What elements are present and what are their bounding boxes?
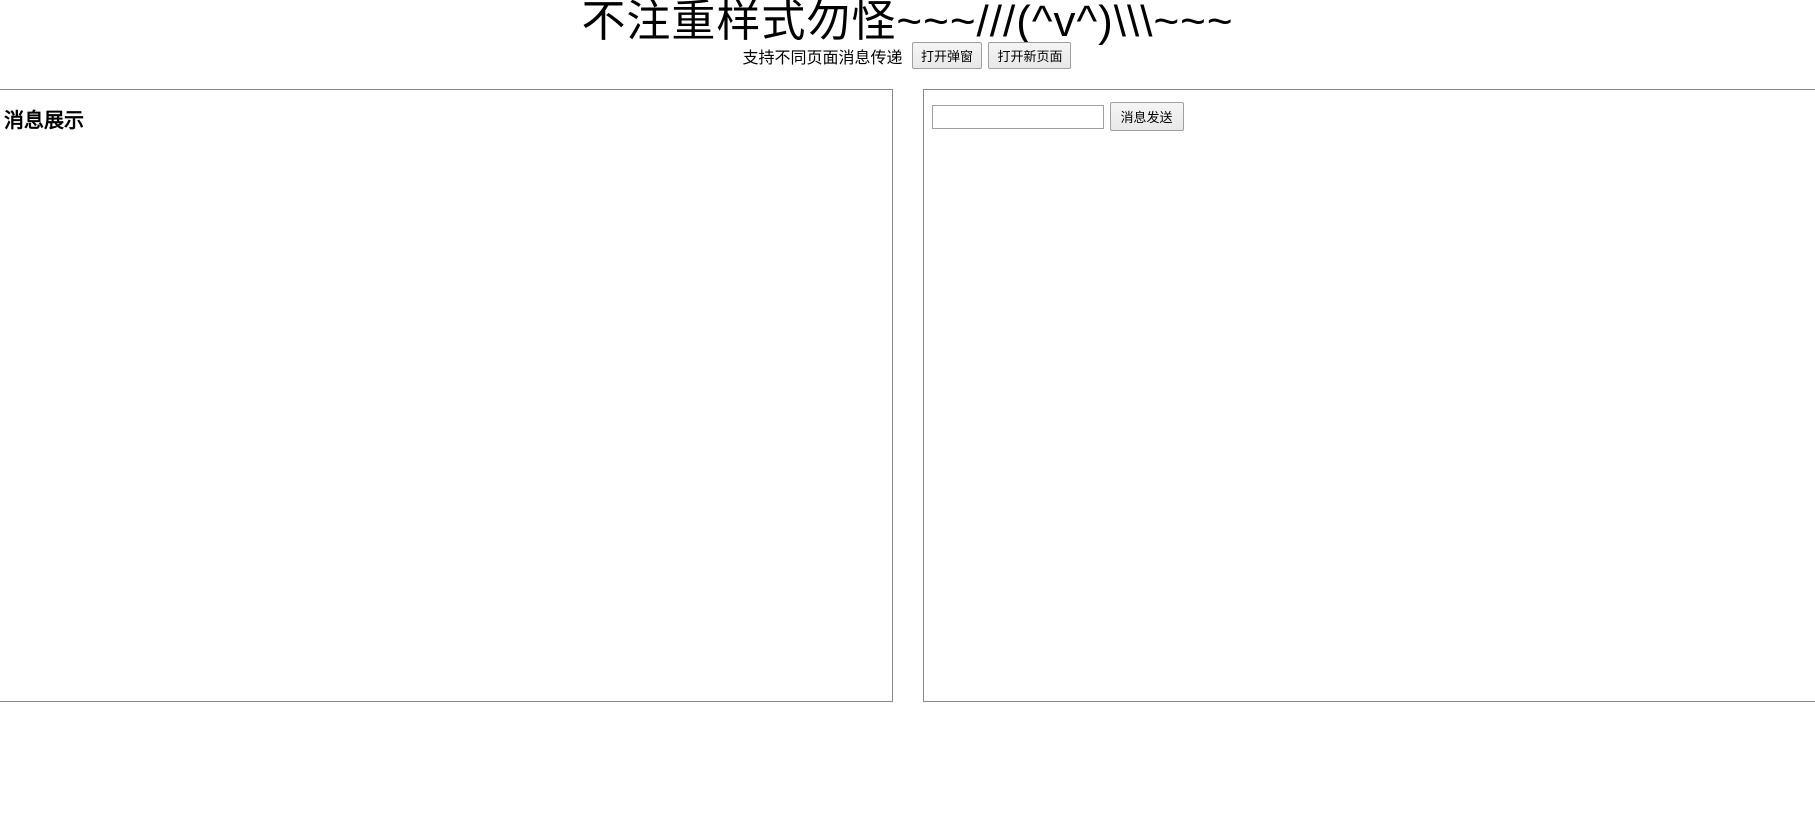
send-message-button[interactable]: 消息发送 [1110, 102, 1184, 131]
page-header: 不注重样式勿怪~~~///(^v^)\\\~~~ [0, 0, 1815, 44]
open-popup-button[interactable]: 打开弹窗 [912, 42, 982, 69]
message-input[interactable] [932, 105, 1104, 129]
sub-header-row: 支持不同页面消息传递 打开弹窗 打开新页面 [0, 42, 1815, 69]
subtitle-text: 支持不同页面消息传递 [743, 50, 903, 67]
message-display-heading: 消息展示 [0, 90, 892, 147]
page-title: 不注重样式勿怪~~~///(^v^)\\\~~~ [0, 0, 1815, 44]
open-new-page-button[interactable]: 打开新页面 [988, 42, 1071, 69]
message-send-panel: 消息发送 [923, 89, 1815, 702]
panels-container: 消息展示 消息发送 [0, 89, 1815, 702]
message-display-panel: 消息展示 [0, 89, 893, 702]
send-row: 消息发送 [924, 90, 1815, 143]
